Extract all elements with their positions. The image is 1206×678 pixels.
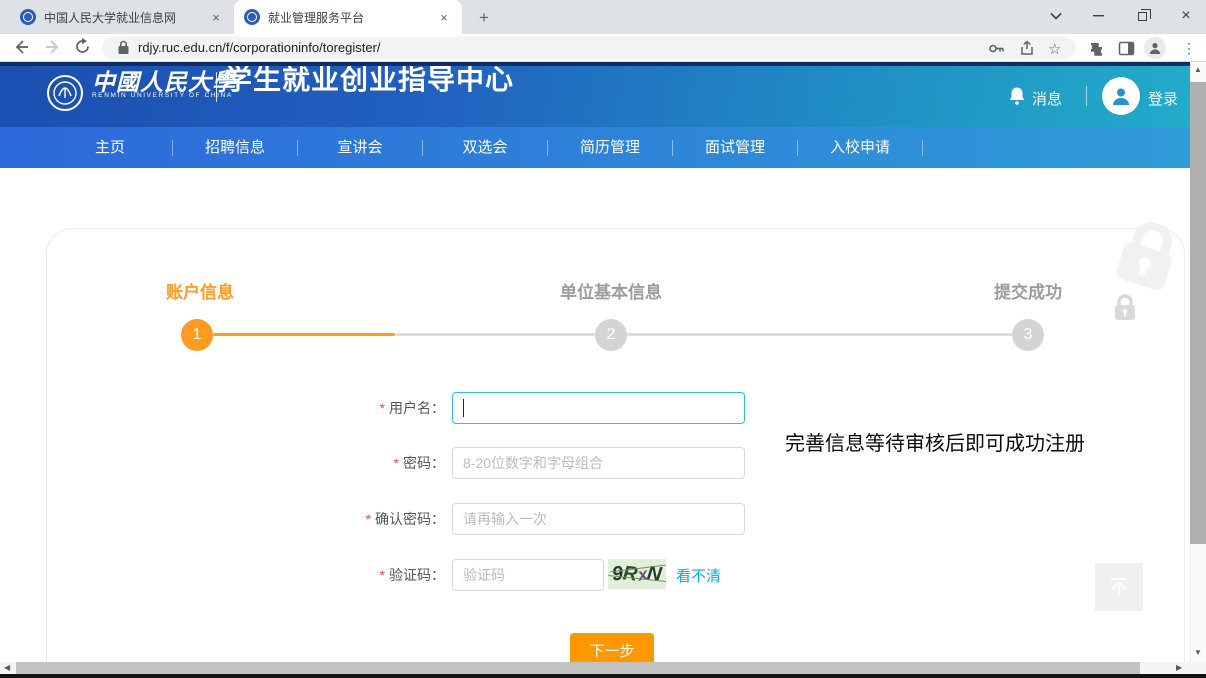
username-label: *用户名： [290,392,445,424]
nav-item-job-fairs[interactable]: 双选会 [462,127,507,168]
stepper-connector [627,333,1012,336]
tab-search-chevron-icon[interactable] [1036,0,1076,32]
step3-label: 提交成功 [994,278,1062,303]
share-icon[interactable] [1018,40,1035,57]
bookmark-star-icon[interactable]: ☆ [1048,40,1065,57]
profile-avatar-icon[interactable] [1144,37,1166,59]
tab-ruc-job-site[interactable]: 中国人民大学就业信息网 × [10,0,234,34]
login-link[interactable]: 登录 [1148,88,1178,109]
ruc-favicon-icon [244,9,260,25]
messages-link[interactable]: 消息 [1032,88,1062,109]
tab-title: 就业管理服务平台 [268,9,428,26]
page-viewport: 中國人民大學 RENMIN UNIVERSITY OF CHINA 学生就业创业… [0,62,1190,662]
nav-divider [297,140,298,156]
ruc-seal-logo-icon[interactable] [46,74,84,112]
tab-title: 中国人民大学就业信息网 [44,9,200,26]
nav-divider [422,140,423,156]
window-bottom-edge [0,674,1206,678]
browser-window: 中国人民大学就业信息网 × 就业管理服务平台 × + × rdjy.ruc.ed… [0,0,1206,678]
nav-item-info-sessions[interactable]: 宣讲会 [337,127,382,168]
step1-label: 账户信息 [166,278,234,303]
header-separator [1086,86,1087,106]
nav-item-jobs[interactable]: 招聘信息 [205,127,265,168]
bell-icon[interactable] [1008,86,1026,106]
refresh-button[interactable] [74,38,94,58]
user-avatar-icon[interactable] [1102,77,1140,115]
site-title: 学生就业创业指导中心 [224,66,514,98]
captcha-refresh-link[interactable]: 看不清 [676,565,721,586]
restore-icon [1138,12,1147,21]
nav-divider [922,140,923,156]
scroll-to-top-button[interactable] [1095,563,1143,611]
required-mark: * [380,567,385,583]
required-mark: * [366,511,371,527]
tab-service-platform[interactable]: 就业管理服务平台 × [234,0,462,34]
window-close-button[interactable]: × [1166,0,1206,32]
required-mark: * [380,400,385,416]
nav-item-interviews[interactable]: 面试管理 [705,127,765,168]
captcha-label: *验证码： [290,559,445,591]
scroll-left-arrow-icon[interactable]: ◀ [4,664,10,672]
confirm-password-input[interactable] [452,503,745,535]
captcha-input[interactable] [452,559,604,591]
password-key-icon[interactable] [988,40,1005,57]
step3-circle: 3 [1012,319,1044,351]
stepper-connector [395,333,595,336]
registration-hint-text: 完善信息等待审核后即可成功注册 [785,427,1085,456]
nav-divider [547,140,548,156]
decorative-lock-small-icon [1112,294,1138,327]
scroll-up-arrow-icon[interactable]: ▲ [1194,66,1202,74]
password-label: *密码： [290,447,445,479]
stepper-connector [213,333,395,336]
university-name-en: RENMIN UNIVERSITY OF CHINA [92,92,233,99]
nav-item-home[interactable]: 主页 [95,127,125,168]
captcha-image[interactable]: 9RxN [608,559,666,589]
step2-label: 单位基本信息 [560,278,662,303]
extensions-puzzle-icon[interactable] [1086,38,1106,58]
nav-divider [172,140,173,156]
tab-close-icon[interactable]: × [436,10,452,25]
step2-circle: 2 [595,319,627,351]
step1-circle: 1 [181,319,213,351]
main-nav: 主页 招聘信息 宣讲会 双选会 简历管理 面试管理 入校申请 [0,127,1190,168]
ruc-favicon-icon [20,9,36,25]
password-input[interactable] [452,447,745,479]
scroll-down-arrow-icon[interactable]: ▼ [1194,649,1202,657]
nav-divider [797,140,798,156]
tab-close-icon[interactable]: × [208,10,224,25]
site-header: 中國人民大學 RENMIN UNIVERSITY OF CHINA 学生就业创业… [0,66,1190,127]
browser-menu-icon[interactable]: ⋮ [1182,38,1196,58]
confirm-password-label: *确认密码： [290,503,445,535]
required-mark: * [394,455,399,471]
https-lock-icon[interactable] [117,40,134,57]
text-caret [463,399,464,417]
window-minimize-button[interactable] [1078,0,1118,32]
new-tab-button[interactable]: + [472,6,496,30]
horizontal-scrollbar-thumb[interactable] [16,662,1140,674]
username-input[interactable] [452,392,745,424]
window-restore-button[interactable] [1122,0,1162,32]
header-divider [216,72,217,102]
url-text[interactable]: rdjy.ruc.edu.cn/f/corporationinfo/toregi… [138,38,381,58]
vertical-scrollbar-thumb[interactable] [1190,82,1206,544]
nav-item-resume[interactable]: 简历管理 [580,127,640,168]
next-step-button[interactable]: 下一步 [570,633,654,662]
scrollbar-corner [1190,662,1206,674]
back-button[interactable] [12,38,32,58]
nav-item-campus-entry[interactable]: 入校申请 [830,127,890,168]
nav-divider [672,140,673,156]
tab-strip: 中国人民大学就业信息网 × 就业管理服务平台 × + × [0,0,1206,34]
scroll-right-arrow-icon[interactable]: ▶ [1176,664,1182,672]
forward-button[interactable] [44,38,64,58]
side-panel-icon[interactable] [1116,38,1136,58]
